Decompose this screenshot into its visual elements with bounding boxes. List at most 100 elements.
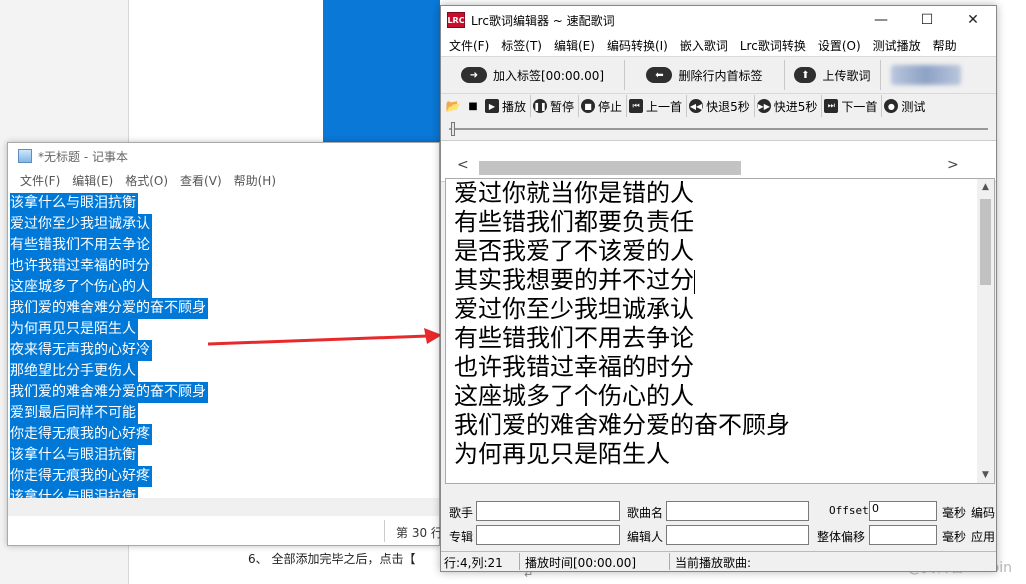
notepad-horizontal-scrollbar[interactable] (8, 498, 439, 516)
lyrics-line: 我们爱的难舍难分爱的奋不顾身 (454, 411, 790, 439)
editor-name-field[interactable] (666, 525, 809, 545)
play-button[interactable]: ▶ 播放 (483, 95, 532, 117)
blurred-button[interactable] (891, 65, 961, 85)
text-caret (694, 269, 695, 294)
forward-button[interactable]: ▶▶ 快进5秒 (755, 95, 823, 117)
offset-label: Offset (829, 504, 869, 517)
lyrics-line: 为何再见只是陌生人 (454, 440, 670, 468)
artist-field[interactable] (476, 501, 620, 521)
record-icon: ● (884, 99, 899, 113)
selected-text-line: 我们爱的难舍难分爱的奋不顾身 (10, 382, 208, 403)
preview-vertical-scrollbar[interactable] (980, 141, 994, 181)
maximize-button[interactable]: ☐ (904, 6, 950, 34)
notepad-menu-edit[interactable]: 编辑(E) (66, 172, 119, 189)
menu-test-play[interactable]: 测试播放 (867, 37, 927, 54)
lyrics-line: 爱过你就当你是错的人 (454, 179, 694, 207)
seek-bar[interactable] (441, 118, 996, 140)
selected-text-line: 夜来得无声我的心好冷 (10, 340, 152, 361)
notepad-title: *无标题 - 记事本 (38, 149, 128, 164)
apply-button[interactable]: 应用 (971, 528, 995, 545)
menu-lrc-convert[interactable]: Lrc歌词转换 (734, 37, 812, 54)
editor-scroll-thumb[interactable] (980, 199, 991, 285)
minimize-button[interactable]: — (858, 6, 904, 34)
menu-settings[interactable]: 设置(O) (812, 37, 867, 54)
scroll-up-icon[interactable]: ▲ (977, 179, 994, 195)
lyrics-preview-pane: < > (441, 140, 996, 182)
editor-name-label: 编辑人 (627, 530, 664, 544)
notepad-menu-help[interactable]: 帮助(H) (228, 172, 282, 189)
stop-button[interactable]: ■ 停止 (579, 95, 628, 117)
menu-file[interactable]: 文件(F) (443, 37, 495, 54)
notepad-icon (18, 149, 32, 163)
forward-label: 快进5秒 (773, 99, 818, 114)
test-label: 测试 (901, 99, 926, 114)
preview-scroll-thumb[interactable] (479, 161, 741, 175)
now-playing: 当前播放歌曲: (675, 556, 752, 570)
add-tag-button[interactable]: ➜ 加入标签[00:00.00] (441, 60, 625, 90)
scroll-down-icon[interactable]: ▼ (977, 467, 994, 483)
notepad-menu-file[interactable]: 文件(F) (14, 172, 66, 189)
delete-tag-button[interactable]: ⬅ 删除行内首标签 (625, 60, 785, 90)
overall-offset-field[interactable] (869, 525, 937, 545)
rewind-button[interactable]: ◀◀ 快退5秒 (687, 95, 755, 117)
lrc-editor-window[interactable]: LRC Lrc歌词编辑器 ~ 速配歌词 — ☐ ✕ 文件(F) 标签(T) 编辑… (440, 5, 997, 572)
close-button[interactable]: ✕ (950, 6, 996, 34)
lyrics-lines: 爱过你就当你是错的人 有些错我们都要负责任 是否我爱了不该爱的人 其实我想要的并… (454, 179, 790, 469)
lrc-menubar: 文件(F) 标签(T) 编辑(E) 编码转换(I) 嵌入歌词 Lrc歌词转换 设… (441, 34, 996, 56)
menu-help[interactable]: 帮助 (927, 37, 963, 54)
album-field[interactable] (476, 525, 620, 545)
selected-text-line: 也许我错过幸福的时分 (10, 256, 152, 277)
offset-field[interactable]: 0 (869, 501, 937, 521)
lrc-title: Lrc歌词编辑器 ~ 速配歌词 (471, 13, 615, 28)
encoding-label[interactable]: 编码 (971, 504, 995, 521)
selected-text-line: 为何再见只是陌生人 (10, 319, 138, 340)
menu-tag[interactable]: 标签(T) (495, 37, 548, 54)
notepad-menu-format[interactable]: 格式(O) (119, 172, 174, 189)
upload-lyrics-button[interactable]: ⬆ 上传歌词 (785, 60, 881, 90)
save-icon[interactable]: ■ (465, 98, 481, 114)
selected-text-line: 你走得无痕我的心好疼 (10, 466, 152, 487)
scroll-left-arrow[interactable]: < (457, 157, 469, 173)
menu-edit[interactable]: 编辑(E) (548, 37, 601, 54)
next-icon: ⏭ (824, 99, 839, 113)
selected-text-line: 有些错我们不用去争论 (10, 235, 152, 256)
menu-encoding[interactable]: 编码转换(I) (601, 37, 674, 54)
lyrics-editor[interactable]: 爱过你就当你是错的人 有些错我们都要负责任 是否我爱了不该爱的人 其实我想要的并… (445, 178, 995, 484)
seek-handle[interactable] (451, 122, 455, 136)
lrc-statusbar: 行:4,列:21 播放时间[00:00.00] 当前播放歌曲: (441, 551, 996, 571)
album-label: 专辑 (449, 530, 474, 544)
selected-text-line: 那绝望比分手更伤人 (10, 361, 138, 382)
lyrics-line: 有些错我们不用去争论 (454, 324, 694, 352)
selected-text-line: 该拿什么与眼泪抗衡 (10, 445, 138, 466)
notepad-menubar: 文件(F) 编辑(E) 格式(O) 查看(V) 帮助(H) (8, 169, 439, 191)
lyrics-line-text: 其实我想要的并不过分 (454, 266, 694, 294)
lrc-titlebar[interactable]: LRC Lrc歌词编辑器 ~ 速配歌词 — ☐ ✕ (441, 6, 996, 34)
stop-icon: ■ (581, 99, 596, 113)
red-arrow-icon (208, 328, 442, 346)
test-button[interactable]: ● 测试 (882, 95, 929, 117)
previous-label: 上一首 (646, 99, 683, 114)
open-folder-icon[interactable]: 📂 (445, 98, 461, 114)
upload-lyrics-label: 上传歌词 (822, 68, 871, 83)
status-separator (519, 553, 520, 570)
lyrics-line: 是否我爱了不该爱的人 (454, 237, 694, 265)
status-separator (384, 520, 385, 542)
artist-label: 歌手 (449, 506, 474, 520)
notepad-menu-view[interactable]: 查看(V) (174, 172, 228, 189)
song-name-field[interactable] (666, 501, 809, 521)
editor-vertical-scrollbar[interactable]: ▲ ▼ (977, 179, 994, 483)
tag-row-1: 歌手 歌曲名 Offset 0 毫秒 编码 (441, 500, 996, 522)
next-button[interactable]: ⏭ 下一首 (822, 95, 883, 117)
lyrics-line: 爱过你至少我坦诚承认 (454, 295, 694, 323)
selected-text-line: 爱过你至少我坦诚承认 (10, 214, 152, 235)
arrow-right-icon: ➜ (460, 67, 487, 83)
pause-button[interactable]: ❚❚ 暂停 (531, 95, 580, 117)
scroll-right-arrow[interactable]: > (947, 157, 959, 173)
ms-label: 毫秒 (942, 506, 967, 520)
document-text: 6、 全部添加完毕之后，点击【 (248, 552, 416, 566)
notepad-titlebar[interactable]: *无标题 - 记事本 (8, 143, 439, 169)
tag-row-2: 专辑 编辑人 整体偏移 毫秒 应用 (441, 524, 996, 546)
menu-embed-lyrics[interactable]: 嵌入歌词 (674, 37, 734, 54)
previous-button[interactable]: ⏮ 上一首 (627, 95, 688, 117)
selected-text-line: 你走得无痕我的心好疼 (10, 424, 152, 445)
